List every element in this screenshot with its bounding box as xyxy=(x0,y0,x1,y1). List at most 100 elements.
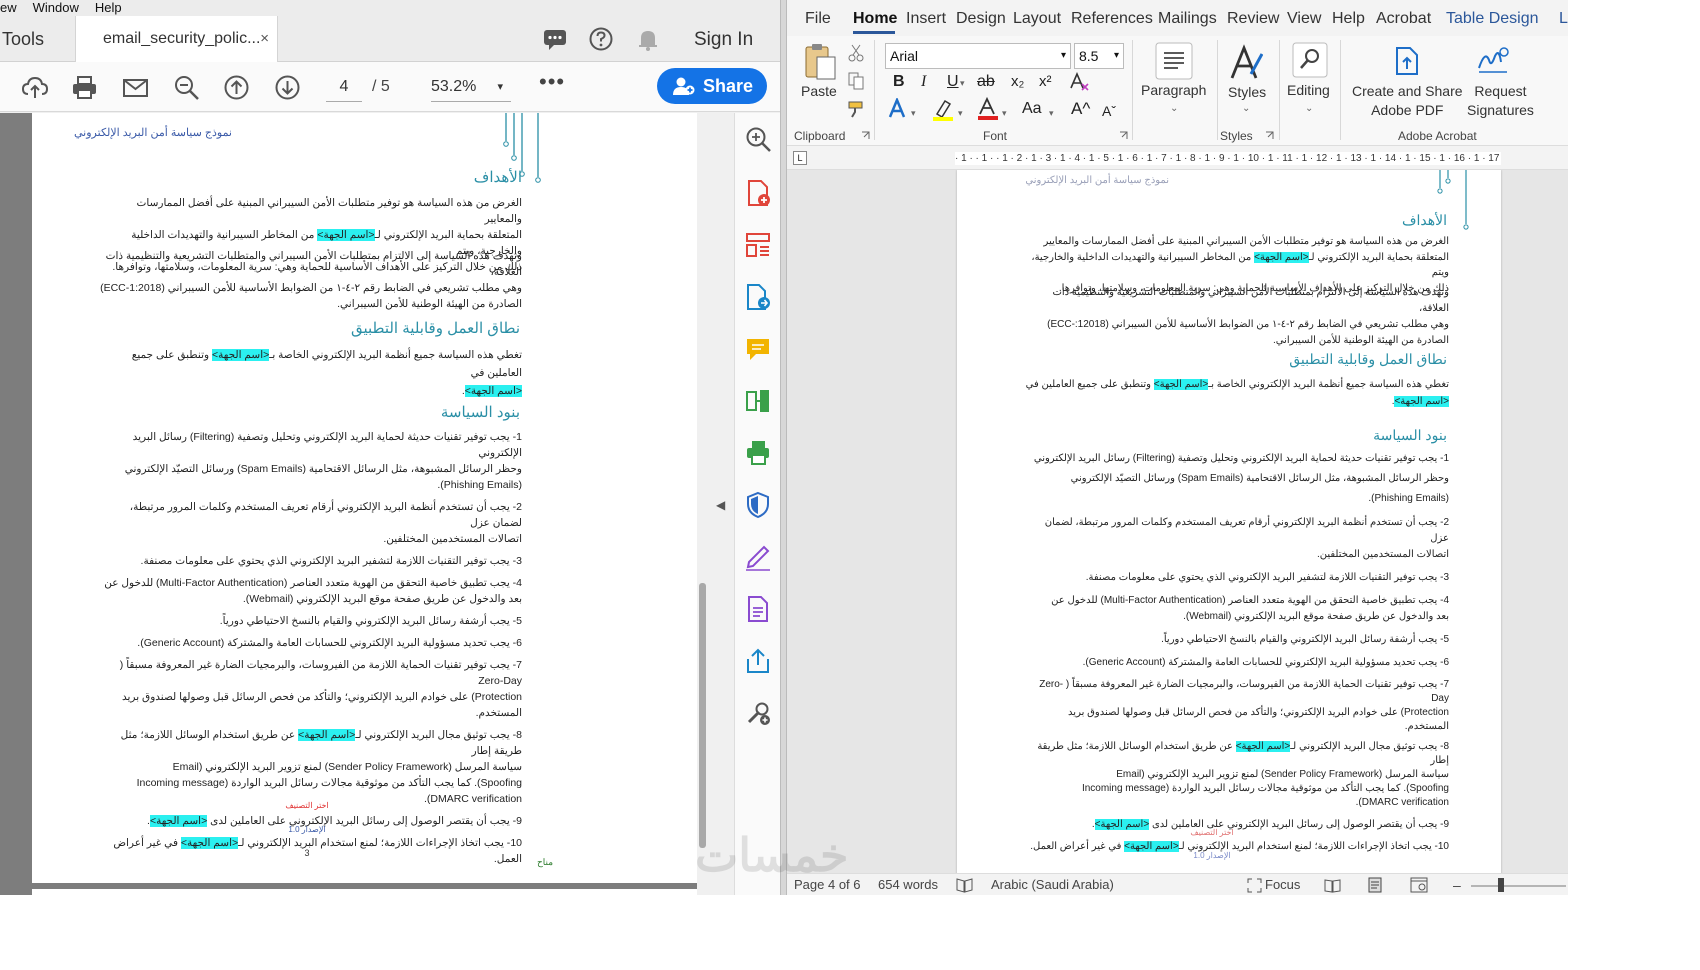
document-tab[interactable]: email_security_polic... × xyxy=(75,16,278,63)
clear-formatting-icon[interactable] xyxy=(1069,72,1091,92)
tab-table-design[interactable]: Table Design xyxy=(1446,0,1539,38)
chevron-down-icon[interactable]: ⌄ xyxy=(1242,98,1250,120)
tab-references[interactable]: References xyxy=(1071,0,1153,38)
horizontal-ruler[interactable]: L · 1 · · 1 · · 1 · 2 · 1 · 3 · 1 · 4 · … xyxy=(787,146,1568,170)
chevron-down-icon[interactable]: ▾ xyxy=(911,102,916,124)
tab-layout[interactable]: Layout xyxy=(1013,0,1061,38)
focus-mode-icon[interactable] xyxy=(1247,878,1262,893)
zoom-select[interactable]: 53.2% ▾ xyxy=(431,72,511,102)
create-pdf-icon[interactable] xyxy=(744,179,772,207)
pane-collapse-handle[interactable]: ◀ xyxy=(710,113,734,895)
chevron-down-icon[interactable]: ⌄ xyxy=(1305,98,1313,120)
change-case-button[interactable]: Aa xyxy=(1022,98,1042,120)
word-count-status[interactable]: 654 words xyxy=(878,874,938,895)
tools-tab[interactable]: Tools xyxy=(0,16,75,62)
comment-icon[interactable] xyxy=(542,26,568,52)
word-page[interactable]: نموذج سياسة أمن البريد الإلكتروني الأهدا… xyxy=(957,170,1501,873)
font-color-icon[interactable] xyxy=(977,97,999,121)
zoom-page-icon[interactable] xyxy=(744,125,772,153)
menu-item-view[interactable]: ew xyxy=(0,0,17,16)
paste-button[interactable]: Paste xyxy=(801,83,837,99)
web-layout-icon[interactable] xyxy=(1410,877,1428,893)
compare-files-icon[interactable] xyxy=(744,387,772,415)
tab-review[interactable]: Review xyxy=(1227,0,1279,38)
search-icon[interactable] xyxy=(1292,42,1328,78)
next-page-icon[interactable] xyxy=(274,74,301,101)
font-size-select[interactable]: 8.5 ▾ xyxy=(1074,43,1124,69)
font-name-select[interactable]: Arial ▾ xyxy=(885,43,1071,69)
export-pdf-icon[interactable] xyxy=(744,283,772,311)
paste-clipboard-icon[interactable] xyxy=(803,42,837,82)
cut-scissors-icon[interactable] xyxy=(848,44,864,62)
more-tools-icon[interactable] xyxy=(744,699,772,727)
menu-item-window[interactable]: Window xyxy=(33,0,79,16)
tab-selector-icon[interactable]: L xyxy=(793,151,807,165)
pdf-document-view[interactable]: نموذج سياسة أمن البريد الإلكتروني الأهدا… xyxy=(0,113,710,895)
dialog-launcher-icon[interactable] xyxy=(1265,131,1274,140)
styles-gallery-icon[interactable] xyxy=(1229,44,1263,82)
sign-in-link[interactable]: Sign In xyxy=(694,16,753,64)
protect-shield-icon[interactable] xyxy=(744,491,772,519)
previous-page-icon[interactable] xyxy=(223,74,250,101)
notification-bell-icon[interactable] xyxy=(635,26,661,52)
edit-pdf-icon[interactable] xyxy=(744,595,772,623)
bold-button[interactable]: B xyxy=(893,71,905,93)
language-status[interactable]: Arabic (Saudi Arabia) xyxy=(991,874,1114,895)
close-tab-icon[interactable]: × xyxy=(260,16,269,62)
create-share-adobe-pdf-button[interactable]: Create and Share Adobe PDF xyxy=(1352,82,1463,120)
chevron-down-icon[interactable]: ⌄ xyxy=(1170,98,1178,120)
subscript-button[interactable]: x₂ xyxy=(1011,71,1024,93)
request-signatures-button[interactable]: Request Signatures xyxy=(1467,82,1534,120)
tab-help[interactable]: Help xyxy=(1332,0,1365,38)
chevron-down-icon[interactable]: ▾ xyxy=(1049,102,1054,124)
tab-insert[interactable]: Insert xyxy=(906,0,946,38)
print-icon[interactable] xyxy=(71,74,98,101)
underline-options-icon[interactable]: ▾ xyxy=(960,72,965,94)
tab-file[interactable]: File xyxy=(805,0,831,38)
create-pdf-icon[interactable] xyxy=(1394,46,1420,76)
read-mode-icon[interactable] xyxy=(1324,878,1341,893)
email-icon[interactable] xyxy=(122,74,149,101)
comment-tool-icon[interactable] xyxy=(744,335,772,363)
request-signature-icon[interactable] xyxy=(1477,46,1509,74)
zoom-out-search-icon[interactable] xyxy=(173,74,200,101)
upload-cloud-icon[interactable] xyxy=(21,74,48,101)
share-button[interactable]: Share xyxy=(657,68,767,104)
strikethrough-button[interactable]: ab xyxy=(977,71,995,93)
zoom-slider[interactable] xyxy=(1471,884,1566,888)
grow-font-button[interactable]: A^ xyxy=(1071,98,1090,120)
menu-item-help[interactable]: Help xyxy=(95,0,122,16)
shrink-font-button[interactable]: Aˇ xyxy=(1102,100,1116,122)
tab-design[interactable]: Design xyxy=(956,0,1006,38)
focus-mode-button[interactable]: Focus xyxy=(1265,874,1300,895)
word-document-view[interactable]: نموذج سياسة أمن البريد الإلكتروني الأهدا… xyxy=(787,170,1568,873)
dialog-launcher-icon[interactable] xyxy=(1119,131,1128,140)
scrollbar-thumb[interactable] xyxy=(699,583,706,848)
fill-sign-icon[interactable] xyxy=(744,543,772,571)
superscript-button[interactable]: x² xyxy=(1039,71,1052,93)
proofing-book-icon[interactable] xyxy=(956,877,973,893)
page-number-input[interactable]: 4 xyxy=(326,72,362,102)
highlight-color-icon[interactable] xyxy=(931,98,955,122)
format-painter-icon[interactable] xyxy=(847,100,865,118)
collapse-arrow-icon[interactable]: ◀ xyxy=(716,498,725,512)
chevron-down-icon[interactable]: ▾ xyxy=(958,102,963,124)
tab-mailings[interactable]: Mailings xyxy=(1158,0,1217,38)
zoom-out-button[interactable]: – xyxy=(1453,874,1461,895)
more-options-icon[interactable]: ••• xyxy=(539,69,565,95)
share-export-icon[interactable] xyxy=(744,647,772,675)
print-production-icon[interactable] xyxy=(744,439,772,467)
underline-button[interactable]: U xyxy=(947,71,959,93)
text-effects-icon[interactable] xyxy=(888,98,910,120)
tab-layout-table[interactable]: L xyxy=(1559,0,1568,38)
dialog-launcher-icon[interactable] xyxy=(861,131,870,140)
copy-icon[interactable] xyxy=(848,72,864,90)
tab-acrobat[interactable]: Acrobat xyxy=(1376,0,1431,38)
paragraph-button[interactable]: Paragraph xyxy=(1141,82,1206,98)
italic-button[interactable]: I xyxy=(921,71,926,93)
tab-view[interactable]: View xyxy=(1287,0,1321,38)
chevron-down-icon[interactable]: ▾ xyxy=(1002,102,1007,124)
organize-pages-icon[interactable] xyxy=(744,231,772,259)
window-split-divider[interactable] xyxy=(780,0,787,895)
help-icon[interactable] xyxy=(588,26,614,52)
